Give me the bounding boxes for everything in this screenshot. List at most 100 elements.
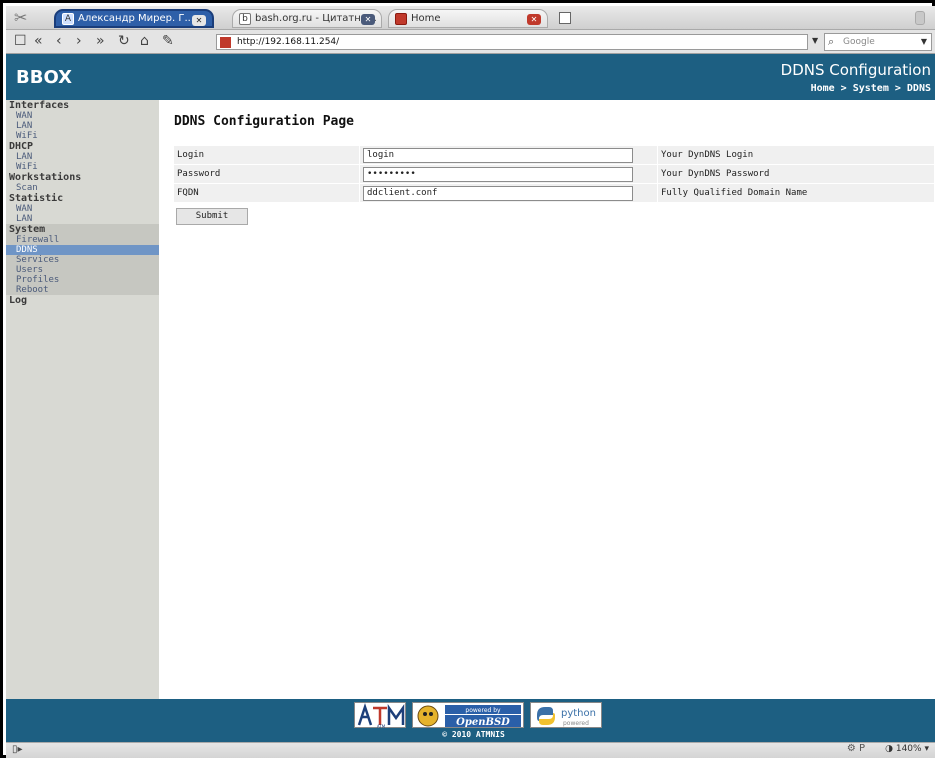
- atm-logo-graphic: ATM: [357, 703, 405, 729]
- sidebar-section-dhcp[interactable]: DHCP: [6, 141, 159, 152]
- url-dropdown-icon[interactable]: ▼: [812, 36, 818, 45]
- python-text: python: [561, 708, 596, 719]
- field-label: Password: [173, 164, 360, 184]
- new-tab-button[interactable]: [559, 12, 571, 24]
- openbsd-powered-text: powered by: [465, 707, 501, 714]
- tab-label: bash.org.ru - Цитатни...: [255, 13, 377, 24]
- field-help: Your DynDNS Login: [657, 145, 935, 165]
- navigation-bar: ☐ « ‹ › » ↻ ⌂ ✎ http://192.168.11.254/ ▼…: [6, 30, 935, 54]
- password-field[interactable]: [363, 166, 633, 182]
- site-favicon-icon: [220, 37, 231, 48]
- submit-button[interactable]: Submit: [176, 208, 248, 225]
- search-input[interactable]: ⌕ Google ▼: [824, 33, 932, 51]
- page-title: DDNS Configuration Page: [174, 114, 355, 129]
- python-powered-text: powered: [563, 720, 589, 727]
- sidebar-item-stat-lan[interactable]: LAN: [6, 214, 159, 224]
- brand-logo[interactable]: BBOX: [16, 67, 72, 88]
- search-dropdown-icon[interactable]: ▼: [921, 34, 927, 50]
- search-placeholder: Google: [843, 37, 875, 47]
- form-row-password: Password Your DynDNS Password: [173, 164, 935, 184]
- browser-tab-1[interactable]: A Александр Мирер. Г... ✕: [54, 9, 214, 28]
- sidebar-item-dhcp-wifi[interactable]: WiFi: [6, 162, 159, 172]
- browser-tab-3[interactable]: Home ✕: [388, 9, 548, 28]
- sidebar-system-group: System Firewall DDNS Services Users Prof…: [6, 224, 159, 295]
- tab-label: Home: [411, 13, 441, 24]
- window-icon[interactable]: ☐: [14, 33, 27, 49]
- forward-icon[interactable]: ›: [76, 33, 82, 49]
- edit-icon[interactable]: ✎: [162, 33, 174, 49]
- fqdn-field[interactable]: [363, 185, 633, 201]
- search-icon: ⌕: [828, 35, 835, 48]
- sidebar-section-log[interactable]: Log: [6, 295, 159, 306]
- sidebar-item-firewall[interactable]: Firewall: [6, 235, 159, 245]
- openbsd-logo-graphic: powered by OpenBSD: [417, 705, 521, 728]
- scissors-icon[interactable]: ✂: [14, 8, 27, 27]
- back-icon[interactable]: ‹: [56, 33, 62, 49]
- python-logo[interactable]: python powered: [530, 702, 602, 728]
- browser-tab-2[interactable]: b bash.org.ru - Цитатни... ✕: [232, 9, 382, 28]
- status-bar: ▯▸ ⚙ P ◑ 140% ▾: [6, 742, 935, 758]
- page-heading: DDNS Configuration: [780, 61, 931, 79]
- breadcrumb[interactable]: Home > System > DDNS: [811, 83, 931, 94]
- tab-favicon-icon: b: [239, 12, 251, 25]
- atm-logo-text: ATM: [377, 724, 386, 729]
- status-icons[interactable]: ⚙ P: [847, 743, 865, 754]
- tab-favicon-icon: [395, 12, 407, 25]
- sidebar-item-users[interactable]: Users: [6, 265, 159, 275]
- sidebar-item-wifi[interactable]: WiFi: [6, 131, 159, 141]
- field-input-cell: [359, 164, 658, 184]
- zoom-icon: ◑: [885, 744, 893, 754]
- field-help: Fully Qualified Domain Name: [657, 183, 935, 203]
- field-input-cell: [359, 183, 658, 203]
- login-field[interactable]: [363, 147, 633, 163]
- tab-close-icon[interactable]: ✕: [527, 14, 541, 25]
- field-label: Login: [173, 145, 360, 165]
- page-header: BBOX DDNS Configuration Home > System > …: [6, 54, 935, 100]
- plugin-icon[interactable]: ⚙: [847, 743, 856, 754]
- fast-forward-icon[interactable]: »: [96, 33, 105, 49]
- sidebar-item-reboot[interactable]: Reboot: [6, 285, 159, 295]
- sidebar-item-lan[interactable]: LAN: [6, 121, 159, 131]
- url-text: http://192.168.11.254/: [237, 37, 340, 47]
- page-footer: ATM powered by OpenBSD python powered © …: [6, 699, 935, 742]
- sidebar-item-wan[interactable]: WAN: [6, 111, 159, 121]
- tab-favicon-icon: A: [62, 12, 74, 25]
- sidebar-section-system[interactable]: System: [6, 224, 159, 235]
- ddns-form-table: Login Your DynDNS Login Password Your Dy…: [173, 145, 935, 203]
- main-content: DDNS Configuration Page Login Your DynDN…: [159, 100, 935, 699]
- tab-close-icon[interactable]: ✕: [361, 14, 375, 25]
- tab-close-icon[interactable]: ✕: [192, 15, 206, 26]
- status-p-label[interactable]: P: [859, 743, 865, 754]
- tab-scroll-icon[interactable]: [915, 11, 925, 25]
- form-row-fqdn: FQDN Fully Qualified Domain Name: [173, 183, 935, 203]
- sidebar: Interfaces WAN LAN WiFi DHCP LAN WiFi Wo…: [6, 100, 159, 699]
- rewind-icon[interactable]: «: [34, 33, 43, 49]
- browser-frame: ✂ A Александр Мирер. Г... ✕ b bash.org.r…: [0, 0, 935, 758]
- tab-label: Александр Мирер. Г...: [78, 13, 194, 24]
- field-label: FQDN: [173, 183, 360, 203]
- openbsd-logo[interactable]: powered by OpenBSD: [412, 702, 524, 728]
- sidebar-section-statistic[interactable]: Statistic: [6, 193, 159, 204]
- zoom-dropdown-icon[interactable]: ▾: [924, 744, 929, 754]
- reload-icon[interactable]: ↻: [118, 33, 130, 49]
- openbsd-text: OpenBSD: [456, 717, 510, 728]
- zoom-control[interactable]: ◑ 140% ▾: [885, 744, 929, 754]
- address-bar[interactable]: http://192.168.11.254/: [216, 34, 808, 50]
- sidebar-item-profiles[interactable]: Profiles: [6, 275, 159, 285]
- atm-logo[interactable]: ATM: [354, 702, 406, 729]
- form-row-login: Login Your DynDNS Login: [173, 145, 935, 165]
- python-logo-graphic: python powered: [537, 707, 596, 727]
- sidebar-section-workstations[interactable]: Workstations: [6, 172, 159, 183]
- sidebar-item-dhcp-lan[interactable]: LAN: [6, 152, 159, 162]
- copyright-text: © 2010 ATMNIS: [442, 730, 505, 739]
- sidebar-item-stat-wan[interactable]: WAN: [6, 204, 159, 214]
- field-input-cell: [359, 145, 658, 165]
- zoom-level: 140%: [895, 744, 922, 754]
- tab-strip: ✂ A Александр Мирер. Г... ✕ b bash.org.r…: [6, 6, 935, 30]
- sidebar-section-interfaces[interactable]: Interfaces: [6, 100, 159, 111]
- sidebar-item-scan[interactable]: Scan: [6, 183, 159, 193]
- panel-toggle-icon[interactable]: ▯▸: [12, 744, 23, 755]
- home-icon[interactable]: ⌂: [140, 33, 149, 49]
- sidebar-item-ddns[interactable]: DDNS: [6, 245, 159, 255]
- sidebar-item-services[interactable]: Services: [6, 255, 159, 265]
